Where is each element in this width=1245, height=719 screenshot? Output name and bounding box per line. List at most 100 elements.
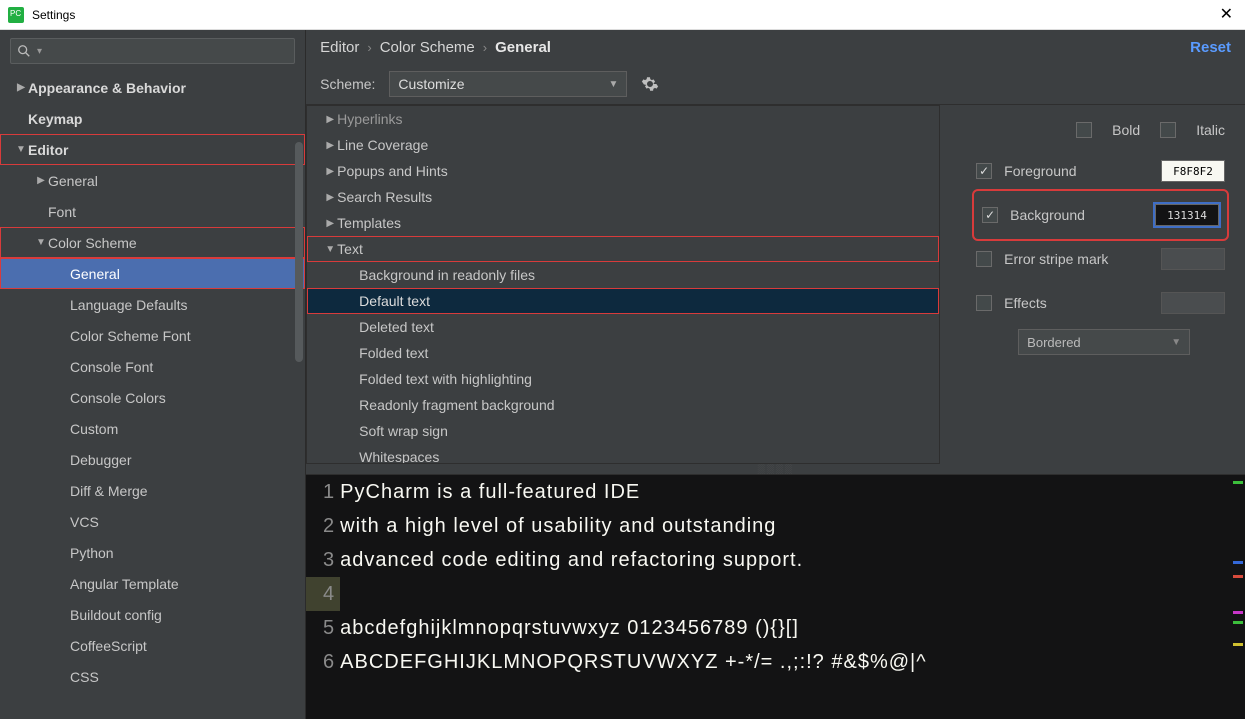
category-arrow-icon: ▼ bbox=[323, 244, 337, 255]
tree-item-label: Appearance & Behavior bbox=[28, 80, 186, 96]
category-label: Soft wrap sign bbox=[359, 423, 448, 439]
tree-item-label: VCS bbox=[70, 514, 99, 530]
tree-item-python[interactable]: Python bbox=[0, 537, 305, 568]
tree-item-general[interactable]: ▶General bbox=[0, 165, 305, 196]
mark bbox=[1233, 643, 1243, 646]
tree-item-color-scheme[interactable]: ▼Color Scheme bbox=[0, 227, 305, 258]
error-stripe-marks bbox=[1231, 475, 1245, 719]
error-stripe-color-field[interactable] bbox=[1161, 248, 1225, 270]
close-icon[interactable]: ✕ bbox=[1220, 4, 1233, 24]
tree-item-debugger[interactable]: Debugger bbox=[0, 444, 305, 475]
italic-checkbox[interactable] bbox=[1160, 122, 1176, 138]
tree-item-diff-merge[interactable]: Diff & Merge bbox=[0, 475, 305, 506]
tree-item-appearance-behavior[interactable]: ▶Appearance & Behavior bbox=[0, 72, 305, 103]
mark bbox=[1233, 561, 1243, 564]
mark bbox=[1233, 575, 1243, 578]
category-label: Text bbox=[337, 241, 363, 257]
background-color-field[interactable]: 131314 bbox=[1155, 204, 1219, 226]
search-history-caret[interactable]: ▾ bbox=[37, 46, 42, 57]
search-icon bbox=[17, 44, 31, 58]
tree-item-label: Color Scheme bbox=[48, 235, 137, 251]
tree-item-language-defaults[interactable]: Language Defaults bbox=[0, 289, 305, 320]
category-arrow-icon: ▶ bbox=[323, 192, 337, 203]
category-hyperlinks[interactable]: ▶Hyperlinks bbox=[307, 106, 939, 132]
gutter-line-number: 4 bbox=[306, 577, 340, 611]
category-label: Line Coverage bbox=[337, 137, 428, 153]
tree-item-general[interactable]: General bbox=[0, 258, 305, 289]
preview-code: with a high level of usability and outst… bbox=[340, 509, 776, 543]
category-label: Background in readonly files bbox=[359, 267, 535, 283]
tree-item-label: Color Scheme Font bbox=[70, 328, 191, 344]
category-readonly-fragment-background[interactable]: Readonly fragment background bbox=[307, 392, 939, 418]
tree-item-vcs[interactable]: VCS bbox=[0, 506, 305, 537]
gutter-line-number: 1 bbox=[306, 475, 340, 509]
reset-link[interactable]: Reset bbox=[1190, 39, 1231, 56]
category-label: Default text bbox=[359, 293, 430, 309]
category-background-in-readonly-files[interactable]: Background in readonly files bbox=[307, 262, 939, 288]
splitter-handle[interactable]: ░░░░ bbox=[306, 464, 1245, 474]
tree-item-font[interactable]: Font bbox=[0, 196, 305, 227]
effects-type-value: Bordered bbox=[1027, 335, 1080, 350]
search-input[interactable]: ▾ bbox=[10, 38, 295, 64]
tree-item-console-font[interactable]: Console Font bbox=[0, 351, 305, 382]
preview-code: abcdefghijklmnopqrstuvwxyz 0123456789 ()… bbox=[340, 611, 799, 645]
preview-editor[interactable]: 1PyCharm is a full-featured IDE2with a h… bbox=[306, 474, 1245, 719]
chevron-right-icon: › bbox=[483, 40, 487, 55]
category-list[interactable]: ▶Hyperlinks▶Line Coverage▶Popups and Hin… bbox=[306, 105, 940, 464]
settings-tree[interactable]: ▶Appearance & BehaviorKeymap▼Editor▶Gene… bbox=[0, 72, 305, 719]
gear-icon[interactable] bbox=[641, 75, 659, 93]
category-default-text[interactable]: Default text bbox=[307, 288, 939, 314]
crumb-general: General bbox=[495, 39, 551, 56]
tree-item-editor[interactable]: ▼Editor bbox=[0, 134, 305, 165]
scheme-select[interactable]: Customize ▼ bbox=[389, 71, 627, 97]
category-label: Search Results bbox=[337, 189, 432, 205]
preview-line: 3advanced code editing and refactoring s… bbox=[306, 543, 1245, 577]
tree-item-color-scheme-font[interactable]: Color Scheme Font bbox=[0, 320, 305, 351]
preview-code: PyCharm is a full-featured IDE bbox=[340, 475, 640, 509]
error-stripe-label: Error stripe mark bbox=[1004, 251, 1108, 267]
foreground-label: Foreground bbox=[1004, 163, 1076, 179]
effects-color-field[interactable] bbox=[1161, 292, 1225, 314]
tree-item-label: Font bbox=[48, 204, 76, 220]
error-stripe-row: Error stripe mark bbox=[976, 237, 1225, 281]
bold-checkbox[interactable] bbox=[1076, 122, 1092, 138]
error-stripe-checkbox[interactable] bbox=[976, 251, 992, 267]
category-arrow-icon: ▶ bbox=[323, 114, 337, 125]
effects-checkbox[interactable] bbox=[976, 295, 992, 311]
category-soft-wrap-sign[interactable]: Soft wrap sign bbox=[307, 418, 939, 444]
category-search-results[interactable]: ▶Search Results bbox=[307, 184, 939, 210]
window-title: Settings bbox=[32, 8, 75, 22]
category-folded-text[interactable]: Folded text bbox=[307, 340, 939, 366]
search-wrap: ▾ bbox=[0, 30, 305, 72]
preview-line: 2with a high level of usability and outs… bbox=[306, 509, 1245, 543]
category-popups-and-hints[interactable]: ▶Popups and Hints bbox=[307, 158, 939, 184]
tree-arrow-icon: ▶ bbox=[14, 82, 28, 93]
preview-code: advanced code editing and refactoring su… bbox=[340, 543, 803, 577]
tree-item-coffeescript[interactable]: CoffeeScript bbox=[0, 630, 305, 661]
category-text[interactable]: ▼Text bbox=[307, 236, 939, 262]
gutter-line-number: 6 bbox=[306, 645, 340, 679]
foreground-checkbox[interactable] bbox=[976, 163, 992, 179]
category-whitespaces[interactable]: Whitespaces bbox=[307, 444, 939, 464]
scrollbar-thumb[interactable] bbox=[295, 142, 303, 362]
effects-type-select[interactable]: Bordered ▼ bbox=[1018, 329, 1190, 355]
background-checkbox[interactable] bbox=[982, 207, 998, 223]
category-deleted-text[interactable]: Deleted text bbox=[307, 314, 939, 340]
crumb-color-scheme[interactable]: Color Scheme bbox=[380, 39, 475, 56]
main-panel: Editor › Color Scheme › General Reset Sc… bbox=[306, 30, 1245, 719]
crumb-editor[interactable]: Editor bbox=[320, 39, 359, 56]
category-folded-text-with-highlighting[interactable]: Folded text with highlighting bbox=[307, 366, 939, 392]
tree-item-css[interactable]: CSS bbox=[0, 661, 305, 692]
mid-top: ▶Hyperlinks▶Line Coverage▶Popups and Hin… bbox=[306, 104, 1245, 464]
tree-item-keymap[interactable]: Keymap bbox=[0, 103, 305, 134]
tree-item-buildout-config[interactable]: Buildout config bbox=[0, 599, 305, 630]
tree-item-custom[interactable]: Custom bbox=[0, 413, 305, 444]
category-line-coverage[interactable]: ▶Line Coverage bbox=[307, 132, 939, 158]
category-label: Folded text with highlighting bbox=[359, 371, 532, 387]
tree-item-console-colors[interactable]: Console Colors bbox=[0, 382, 305, 413]
tree-item-angular-template[interactable]: Angular Template bbox=[0, 568, 305, 599]
mark bbox=[1233, 481, 1243, 484]
tree-item-label: CSS bbox=[70, 669, 99, 685]
category-templates[interactable]: ▶Templates bbox=[307, 210, 939, 236]
foreground-color-field[interactable]: F8F8F2 bbox=[1161, 160, 1225, 182]
